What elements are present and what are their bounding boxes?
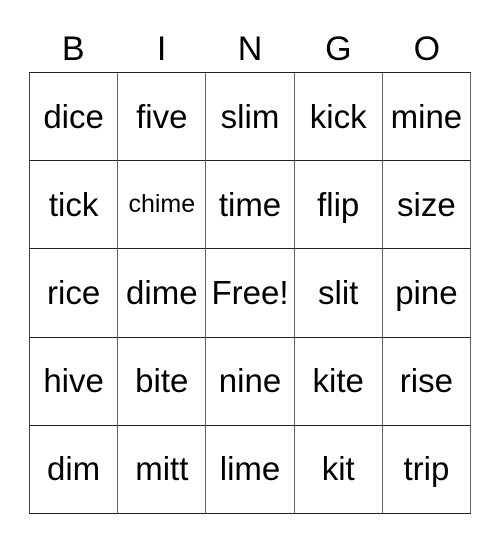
bingo-cell[interactable]: flip (294, 161, 383, 250)
bingo-cell[interactable]: kit (294, 425, 383, 514)
header-letter-i: I (156, 30, 167, 68)
bingo-cell[interactable]: five (118, 73, 207, 162)
bingo-cell[interactable]: bite (118, 337, 207, 426)
bingo-card-grid: dice five slim kick mine tick chime time… (29, 72, 471, 514)
bingo-cell[interactable]: dime (118, 249, 207, 338)
bingo-cell[interactable]: hive (30, 337, 119, 426)
bingo-cell[interactable]: rice (30, 249, 119, 338)
bingo-cell[interactable]: size (382, 161, 471, 250)
bingo-cell[interactable]: tick (30, 161, 119, 250)
bingo-cell[interactable]: pine (382, 249, 471, 338)
bingo-cell[interactable]: slim (206, 73, 295, 162)
bingo-header: B I N G O (29, 26, 471, 72)
header-letter-g: G (325, 30, 352, 68)
bingo-cell[interactable]: rise (382, 337, 471, 426)
header-letter-n: N (237, 30, 263, 68)
bingo-cell[interactable]: mitt (118, 425, 207, 514)
bingo-cell[interactable]: dim (30, 425, 119, 514)
bingo-cell[interactable]: kite (294, 337, 383, 426)
bingo-cell[interactable]: mine (382, 73, 471, 162)
bingo-cell[interactable]: time (206, 161, 295, 250)
bingo-cell[interactable]: nine (206, 337, 295, 426)
free-space-cell[interactable]: Free! (206, 249, 295, 338)
bingo-cell[interactable]: kick (294, 73, 383, 162)
bingo-cell[interactable]: dice (30, 73, 119, 162)
header-letter-o: O (413, 30, 441, 68)
header-letter-b: B (61, 30, 85, 68)
bingo-cell[interactable]: chime (118, 161, 207, 250)
bingo-cell[interactable]: slit (294, 249, 383, 338)
bingo-cell[interactable]: trip (382, 425, 471, 514)
bingo-cell[interactable]: lime (206, 425, 295, 514)
